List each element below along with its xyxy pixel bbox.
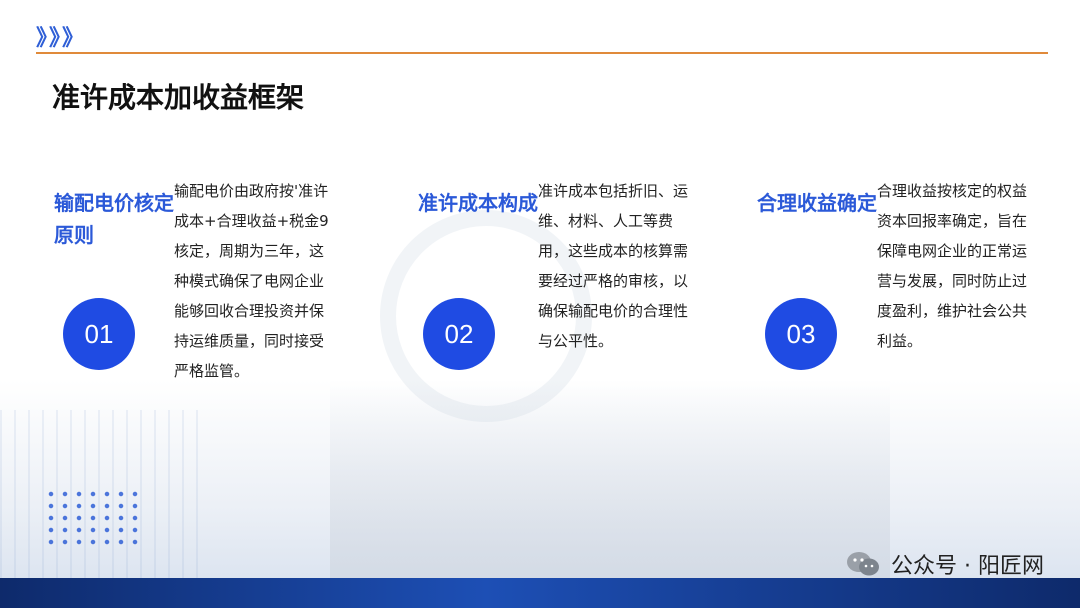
column-3-number-badge: 03 (765, 298, 837, 370)
page-title: 准许成本加收益框架 (52, 81, 305, 114)
dot-grid-decoration (44, 488, 144, 548)
column-2-number-badge: 02 (423, 298, 495, 370)
column-3-heading: 合理收益确定 (757, 191, 877, 215)
column-1-text: 输配电价由政府按'准许成本+合理收益+税金9核定，周期为三年，这种模式确保了电网… (174, 182, 329, 380)
column-3-text: 合理收益按核定的权益资本回报率确定，旨在保障电网企业的正常运营与发展，同时防止过… (877, 182, 1028, 350)
column-2-heading: 准许成本构成 (418, 191, 538, 215)
bottom-tech-bar (0, 578, 1080, 608)
column-1-number-badge: 01 (63, 298, 135, 370)
watermark-text: 公众号 · 阳匠网 (891, 554, 1044, 579)
wechat-icon (847, 552, 880, 576)
watermark: 公众号 · 阳匠网 (845, 548, 1044, 580)
background-building-image (330, 380, 890, 580)
column-2-text: 准许成本包括折旧、运维、材料、人工等费用，这些成本的核算需要经过严格的审核，以确… (538, 182, 689, 350)
column-1-heading: 输配电价核定原则 (54, 191, 174, 247)
chevrons-icon: 》》》 (36, 26, 87, 51)
header-divider (36, 52, 1048, 54)
